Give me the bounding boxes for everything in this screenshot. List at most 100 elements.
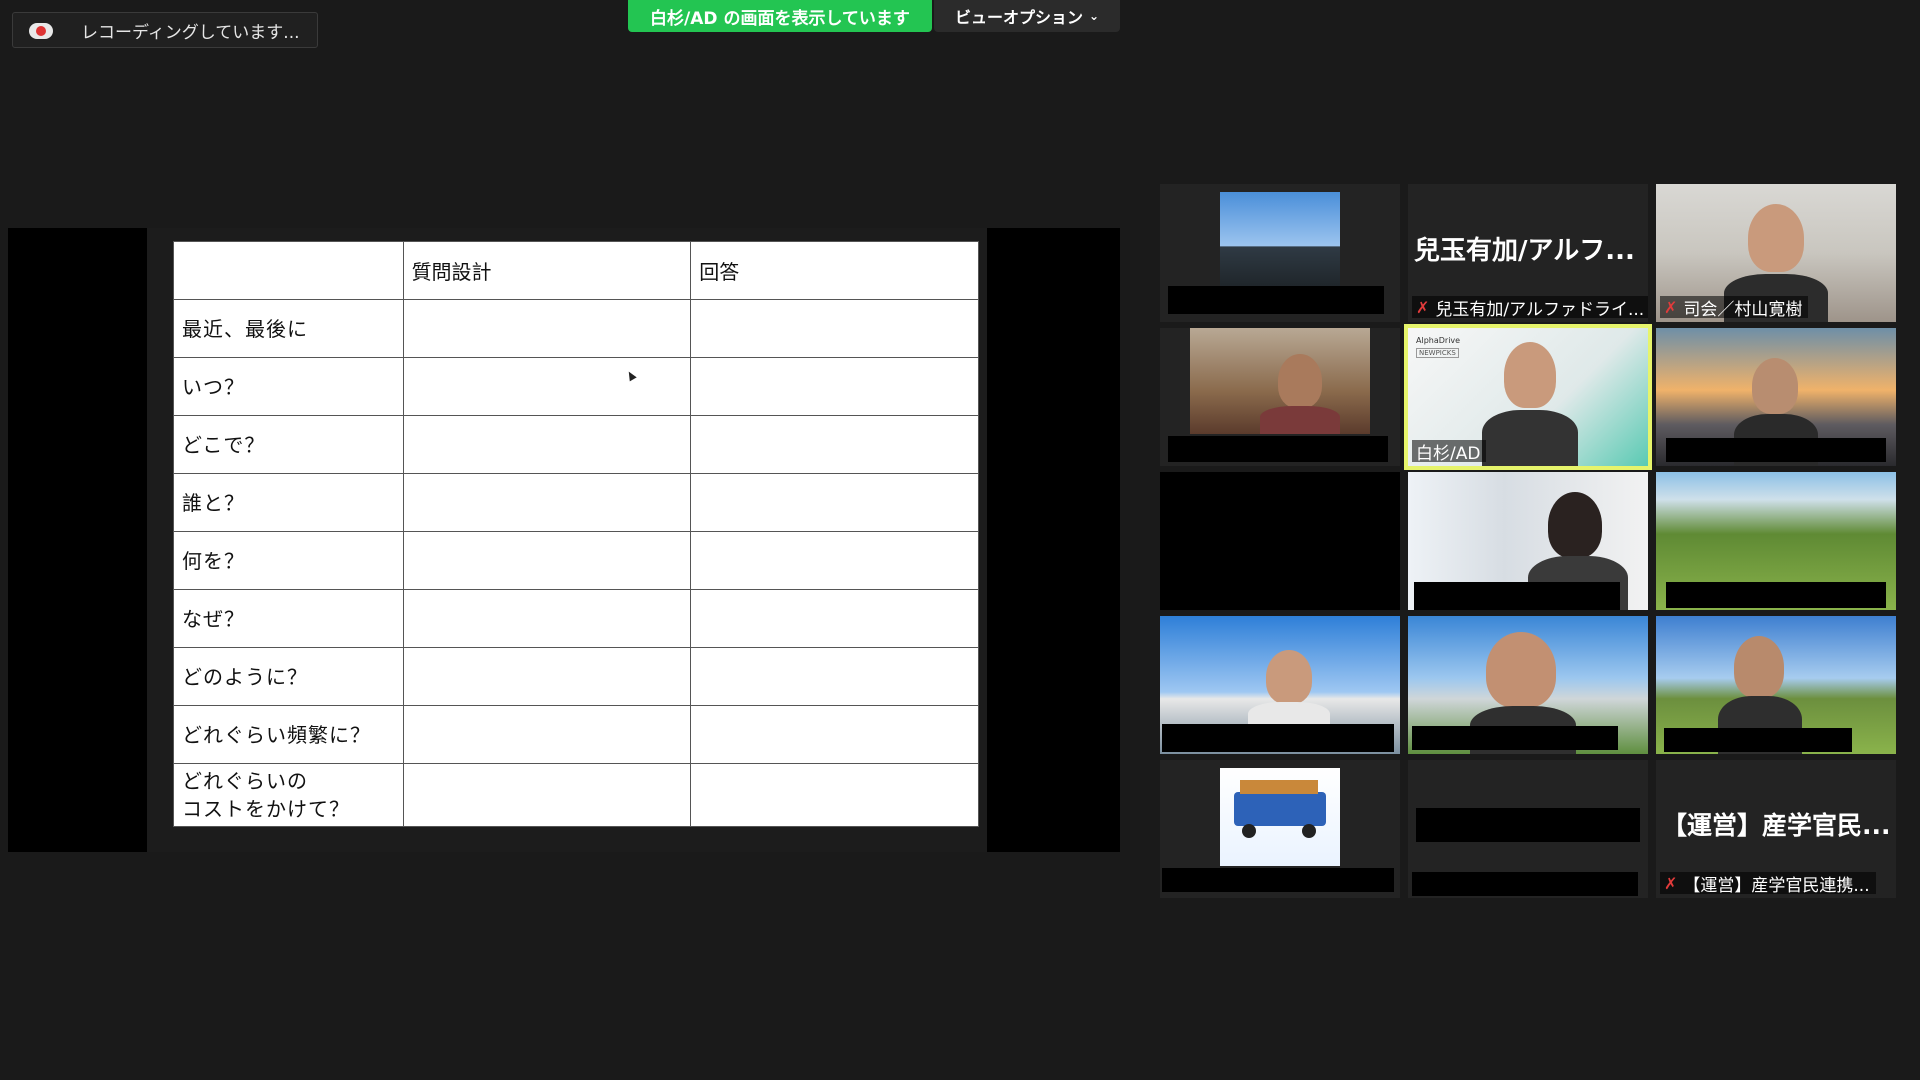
table-cell (690, 531, 979, 590)
truck-roof (1240, 780, 1318, 794)
table-cell (402, 415, 692, 474)
table-header: 質問設計 (402, 241, 692, 300)
table-cell (402, 705, 692, 764)
person-head (1278, 354, 1322, 408)
person-head (1486, 632, 1556, 708)
redacted-name (1666, 438, 1886, 462)
truck-icon (1234, 792, 1326, 826)
participant-tile[interactable] (1656, 616, 1896, 754)
table-row: どのように？ (173, 647, 979, 706)
participant-tile[interactable] (1408, 760, 1648, 898)
person-head (1266, 650, 1312, 704)
table-header: 回答 (690, 241, 979, 300)
table-row: どれぐらいの コストをかけて？ (173, 763, 979, 827)
redacted-name (1664, 728, 1852, 752)
person-body (1482, 410, 1578, 466)
row-label: どれぐらい頻繁に？ (173, 705, 404, 764)
table-cell (690, 357, 979, 416)
shared-screen: 質問設計 回答 最近、最後に いつ？ どこで？ 誰と？ 何を？ なぜ？ どのよう… (8, 228, 1120, 852)
table-cell (402, 473, 692, 532)
redacted-name (1412, 726, 1618, 750)
table-cell (690, 299, 979, 358)
participant-tile[interactable] (1408, 616, 1648, 754)
recording-indicator[interactable]: レコーディングしています... (12, 12, 318, 48)
participant-tile[interactable]: ✗ 司会／村山寛樹 (1656, 184, 1896, 322)
table-cell (690, 415, 979, 474)
view-options-button[interactable]: ビューオプション ⌄ (934, 0, 1120, 32)
slide-sub: NEWPICKS (1416, 348, 1459, 358)
participant-name-bar: ✗ 兒玉有加/アルファドライ... (1412, 296, 1648, 318)
profile-photo (1220, 192, 1340, 290)
participant-tile[interactable] (1160, 184, 1400, 322)
participant-tile[interactable] (1408, 472, 1648, 610)
person-head (1748, 204, 1804, 272)
view-options-label: ビューオプション (954, 8, 1083, 27)
table-row: なぜ？ (173, 589, 979, 648)
participant-name-bar: ✗ 司会／村山寛樹 (1660, 296, 1809, 319)
recording-cloud-icon (29, 21, 53, 39)
participant-name-bar: 白杉/AD (1412, 440, 1487, 463)
muted-mic-icon: ✗ (1416, 297, 1430, 317)
row-label: 誰と？ (173, 473, 404, 532)
participant-tile[interactable] (1160, 328, 1400, 466)
shared-slide: 質問設計 回答 最近、最後に いつ？ どこで？ 誰と？ 何を？ なぜ？ どのよう… (147, 228, 987, 852)
table-cell (402, 531, 692, 590)
recording-label: レコーディングしています... (81, 22, 300, 43)
table-header-row: 質問設計 回答 (173, 241, 979, 300)
table-row: どこで？ (173, 415, 979, 474)
table-cell (402, 589, 692, 648)
participant-name-bar: ✗ 【運営】産学官民連携... (1660, 872, 1876, 894)
row-label: どのように？ (173, 647, 404, 706)
redacted-name (1162, 868, 1394, 892)
table-row: 何を？ (173, 531, 979, 590)
table-cell (690, 589, 979, 648)
participant-display-name: 【運営】産学官民... (1662, 811, 1890, 840)
table-row: 誰と？ (173, 473, 979, 532)
participant-display-name: 兒玉有加/アルフ... (1414, 236, 1635, 266)
participant-tile[interactable] (1160, 760, 1400, 898)
chevron-down-icon: ⌄ (1088, 9, 1100, 23)
participant-tile[interactable] (1160, 472, 1400, 610)
redacted-name (1162, 724, 1394, 752)
redacted-name (1666, 582, 1886, 608)
participant-tile[interactable]: 兒玉有加/アルフ... ✗ 兒玉有加/アルファドライ... (1408, 184, 1648, 322)
redacted-name (1168, 286, 1384, 314)
muted-mic-icon: ✗ (1664, 873, 1678, 893)
participant-tile[interactable] (1656, 472, 1896, 610)
row-label: 最近、最後に (173, 299, 404, 358)
table-cell (402, 299, 692, 358)
redacted-video (1160, 472, 1400, 610)
row-label: どれぐらいの コストをかけて？ (173, 763, 404, 827)
table-cell (402, 647, 692, 706)
table-cell (690, 647, 979, 706)
table-header (173, 241, 404, 300)
table-cell (690, 705, 979, 764)
table-cell (690, 763, 979, 827)
person-head (1548, 492, 1602, 558)
wheel-icon (1302, 824, 1316, 838)
row-label: なぜ？ (173, 589, 404, 648)
table-cell (690, 473, 979, 532)
person-head (1504, 342, 1556, 408)
table-row: いつ？ (173, 357, 979, 416)
active-speaker-tile[interactable]: AlphaDrive NEWPICKS 白杉/AD (1404, 324, 1652, 470)
row-label: どこで？ (173, 415, 404, 474)
person-head (1752, 358, 1798, 414)
row-label: いつ？ (173, 357, 404, 416)
participant-name: 【運営】産学官民連携... (1683, 875, 1870, 895)
participant-name: 兒玉有加/アルファドライ... (1435, 299, 1645, 319)
table-row: どれぐらい頻繁に？ (173, 705, 979, 764)
participant-tile[interactable]: 【運営】産学官民... ✗ 【運営】産学官民連携... (1656, 760, 1896, 898)
table-row: 最近、最後に (173, 299, 979, 358)
participant-tile[interactable] (1656, 328, 1896, 466)
row-label: 何を？ (173, 531, 404, 590)
redacted-display-name (1416, 808, 1640, 842)
participant-tile[interactable] (1160, 616, 1400, 754)
muted-mic-icon: ✗ (1664, 297, 1678, 317)
slide-brand: AlphaDrive (1416, 336, 1461, 345)
participant-name: 司会／村山寛樹 (1683, 299, 1803, 319)
table-cell (402, 357, 692, 416)
table-cell (402, 763, 692, 827)
redacted-name (1412, 872, 1638, 896)
participant-name: 白杉/AD (1416, 443, 1481, 463)
